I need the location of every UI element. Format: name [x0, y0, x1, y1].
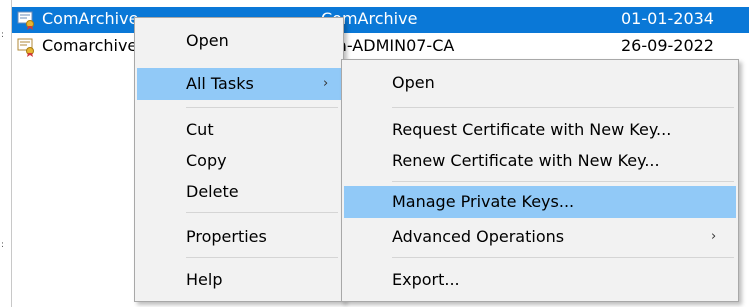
submenu-item-open[interactable]: Open: [342, 67, 738, 99]
menu-item-label: Copy: [186, 151, 227, 170]
menu-item-all-tasks[interactable]: All Tasks ›: [137, 68, 341, 100]
menu-item-open[interactable]: Open: [135, 25, 343, 57]
menu-item-label: Manage Private Keys...: [392, 192, 575, 211]
all-tasks-submenu: Open Request Certificate with New Key...…: [341, 59, 739, 302]
table-row[interactable]: Comarchive ata-ADMIN07-CA 26-09-2022: [12, 34, 749, 60]
menu-item-label: Open: [186, 31, 229, 50]
certificate-icon: [16, 10, 36, 30]
chevron-right-icon: ›: [323, 76, 329, 91]
menu-item-label: Advanced Operations: [392, 227, 565, 246]
menu-item-label: Renew Certificate with New Key...: [392, 151, 660, 170]
menu-separator: [186, 107, 338, 108]
menu-item-label: Request Certificate with New Key...: [392, 120, 672, 139]
menu-separator: [186, 212, 338, 213]
menu-item-label: Cut: [186, 120, 214, 139]
menu-item-delete[interactable]: Delete: [135, 176, 343, 208]
menu-separator: [392, 107, 734, 108]
submenu-item-request-certificate[interactable]: Request Certificate with New Key...: [342, 114, 738, 146]
menu-item-label: Properties: [186, 227, 267, 246]
menu-item-label: Open: [392, 73, 435, 92]
pane-edge-mark: :: [1, 30, 5, 40]
pane-edge-mark: :: [1, 240, 5, 250]
submenu-item-export[interactable]: Export...: [342, 264, 738, 296]
menu-item-label: Help: [186, 270, 223, 289]
menu-item-label: All Tasks: [186, 74, 254, 93]
menu-item-help[interactable]: Help: [135, 264, 343, 296]
menu-item-label: Export...: [392, 270, 460, 289]
cert-name: ComArchive: [42, 9, 139, 28]
chevron-right-icon: ›: [711, 229, 717, 244]
certificate-icon: [16, 37, 36, 57]
submenu-item-manage-private-keys[interactable]: Manage Private Keys...: [344, 186, 736, 218]
menu-item-copy[interactable]: Copy: [135, 145, 343, 177]
menu-separator: [392, 257, 734, 258]
menu-item-cut[interactable]: Cut: [135, 114, 343, 146]
menu-item-label: Delete: [186, 182, 239, 201]
menu-item-properties[interactable]: Properties: [135, 221, 343, 253]
context-menu: Open All Tasks › Cut Copy Delete Propert…: [134, 17, 344, 302]
left-pane-border: : :: [0, 0, 12, 307]
submenu-item-advanced-operations[interactable]: Advanced Operations ›: [342, 221, 738, 253]
submenu-item-renew-certificate[interactable]: Renew Certificate with New Key...: [342, 145, 738, 177]
menu-separator: [392, 181, 734, 182]
menu-separator: [186, 257, 338, 258]
cert-expiry: 01-01-2034: [621, 9, 714, 28]
table-row[interactable]: ComArchive ComArchive 01-01-2034: [12, 7, 749, 33]
cert-expiry: 26-09-2022: [621, 36, 714, 55]
cert-name: Comarchive: [42, 36, 138, 55]
